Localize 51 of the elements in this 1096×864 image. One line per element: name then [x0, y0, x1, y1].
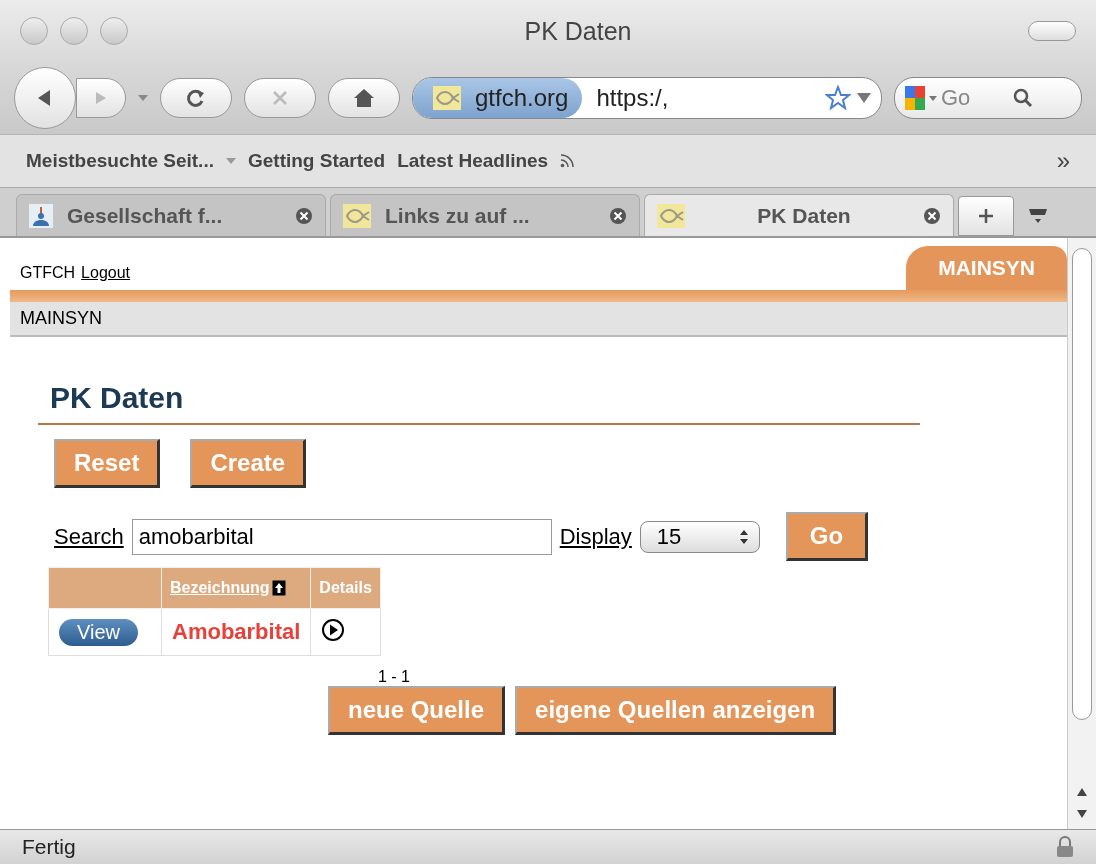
url-text: https:/,	[595, 84, 670, 112]
breadcrumb-bar: MAINSYN	[10, 302, 1067, 337]
star-icon[interactable]	[825, 85, 851, 111]
site-favicon-icon	[343, 203, 371, 228]
search-input[interactable]: amobarbital	[131, 518, 552, 555]
address-bar[interactable]: gtfch.org https:/,	[412, 77, 882, 119]
plus-icon	[977, 207, 995, 225]
browser-tab[interactable]: PK Daten	[644, 194, 954, 236]
display-select[interactable]: 15	[639, 520, 760, 553]
lock-icon	[1056, 836, 1074, 858]
new-tab-button[interactable]	[958, 196, 1014, 236]
table-cell: Amobarbital	[161, 608, 311, 656]
display-label-link[interactable]: Display	[559, 523, 632, 550]
reload-icon	[185, 87, 207, 109]
play-icon[interactable]	[321, 618, 346, 642]
page-heading: PK Daten	[38, 381, 920, 425]
scroll-down-icon[interactable]	[1076, 809, 1088, 819]
bookmarks-overflow-button[interactable]: »	[1056, 147, 1070, 175]
bookmark-item[interactable]: Getting Started	[247, 150, 386, 172]
home-icon	[353, 88, 375, 108]
home-button[interactable]	[328, 78, 400, 118]
figure-favicon-icon	[29, 203, 53, 228]
site-favicon-icon	[657, 203, 685, 228]
browser-tab[interactable]: Links zu auf ...	[330, 194, 640, 236]
scroll-up-icon[interactable]	[1076, 787, 1088, 797]
logout-link[interactable]: Logout	[81, 264, 131, 282]
close-tab-icon[interactable]	[923, 206, 941, 225]
toolbar-toggle-button[interactable]	[1028, 21, 1076, 41]
reload-button[interactable]	[160, 78, 232, 118]
close-tab-icon[interactable]	[609, 206, 627, 225]
view-button[interactable]: View	[59, 618, 138, 646]
browser-tab[interactable]: Gesellschaft f...	[16, 194, 326, 236]
bookmark-item[interactable]: Latest Headlines	[397, 150, 549, 172]
window-title: PK Daten	[523, 16, 633, 46]
site-favicon-icon	[433, 86, 461, 110]
search-icon[interactable]	[1013, 88, 1033, 108]
search-field[interactable]: Go	[894, 77, 1082, 119]
bookmark-item[interactable]: Meistbesuchte Seit...	[26, 150, 214, 172]
search-engine-icon[interactable]	[903, 84, 939, 112]
caret-icon[interactable]	[857, 93, 871, 103]
search-label-link[interactable]: Search	[54, 523, 124, 550]
site-name: GTFCH	[20, 264, 76, 282]
site-identity-label: gtfch.org	[475, 84, 569, 112]
status-text: Fertig	[22, 835, 76, 859]
feed-icon	[560, 154, 575, 168]
stop-button[interactable]	[244, 78, 316, 118]
sort-ascending-icon[interactable]	[271, 580, 286, 596]
close-tab-icon[interactable]	[295, 206, 313, 225]
scrollbar[interactable]	[1067, 238, 1096, 829]
pagination-text: 1 - 1	[378, 668, 410, 686]
search-input[interactable]: Go	[939, 84, 1013, 112]
